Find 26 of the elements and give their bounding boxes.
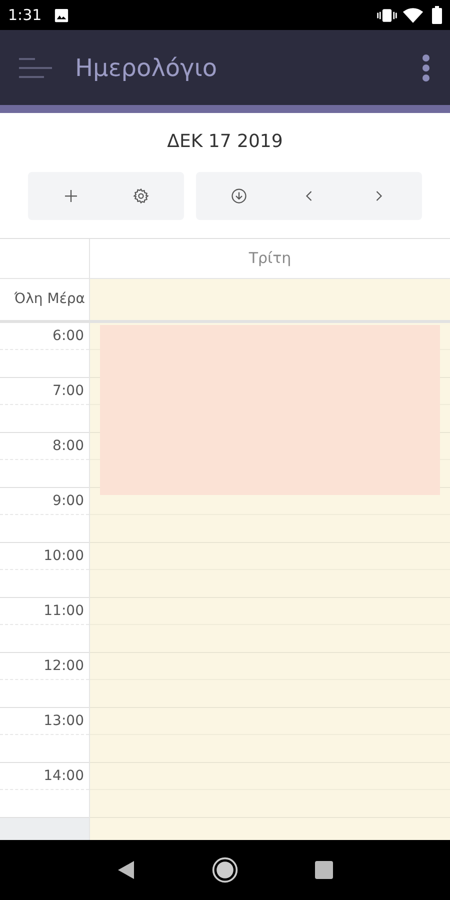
- download-icon: [230, 187, 248, 205]
- home-icon[interactable]: [211, 856, 239, 884]
- app-title: Ημερολόγιο: [75, 52, 218, 84]
- hour-label: 6:00: [0, 323, 89, 350]
- hour-label: 7:00: [0, 378, 89, 405]
- vibrate-icon: [376, 8, 398, 22]
- hour-label: 8:00: [0, 433, 89, 460]
- hour-label: 14:00: [0, 763, 89, 790]
- battery-icon: [432, 6, 442, 24]
- back-icon[interactable]: [116, 860, 136, 880]
- more-icon: [422, 54, 430, 82]
- menu-icon: [18, 56, 52, 78]
- wifi-icon: [402, 8, 424, 22]
- settings-icon: [132, 187, 150, 205]
- hour-label: 11:00: [0, 598, 89, 625]
- hour-label: 10:00: [0, 543, 89, 570]
- plus-icon: [62, 187, 80, 205]
- more-button[interactable]: [420, 52, 432, 82]
- hour-label: 9:00: [0, 488, 89, 515]
- date-title: ΔΕΚ 17 2019: [167, 130, 283, 154]
- hour-label: 12:00: [0, 653, 89, 680]
- status-time: 1:31: [8, 4, 42, 26]
- hour-label: 13:00: [0, 708, 89, 735]
- day-header: Τρίτη: [248, 248, 292, 270]
- recents-icon[interactable]: [314, 860, 334, 880]
- image-icon: [54, 8, 69, 22]
